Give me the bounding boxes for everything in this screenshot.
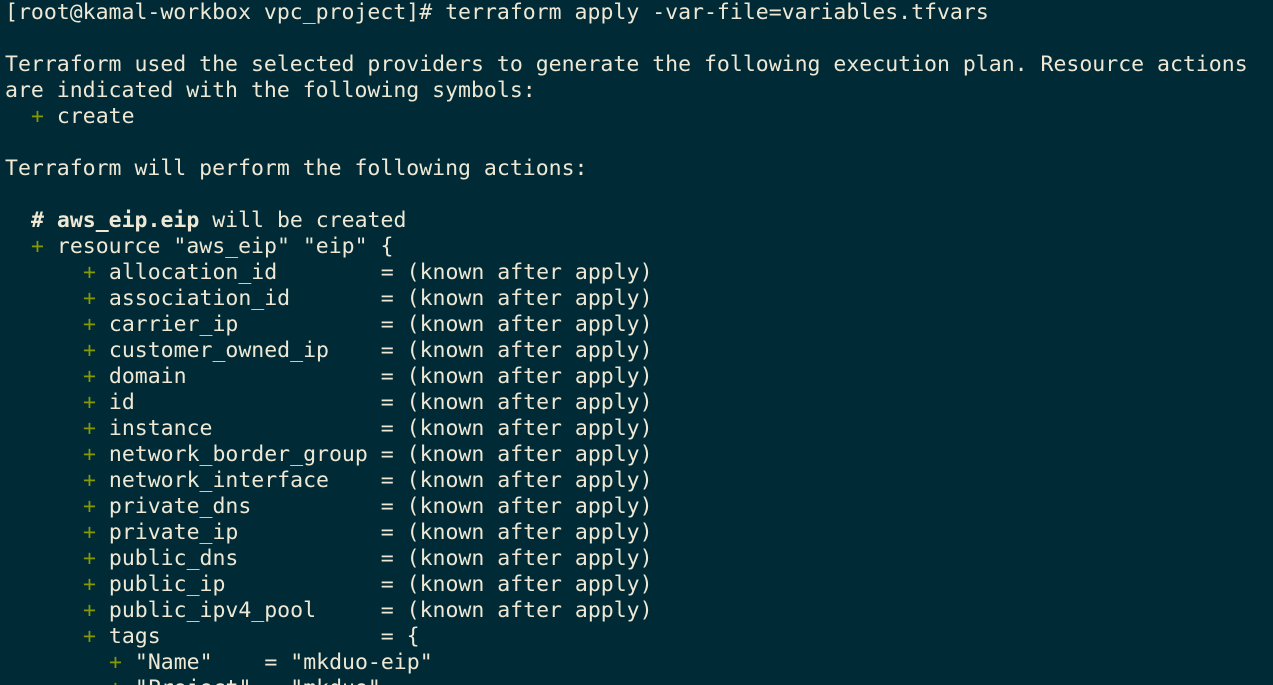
terminal-window[interactable]: [root@kamal-workbox vpc_project]# terraf… xyxy=(0,0,1273,685)
comment-hash: # xyxy=(31,208,57,233)
plus-symbol: + xyxy=(83,494,96,519)
attribute-name: public_ipv4_pool xyxy=(108,598,381,623)
attribute-line: + association_id = (known after apply) xyxy=(5,286,1273,312)
attribute-name: domain xyxy=(108,364,381,389)
plus-symbol: + xyxy=(83,624,96,649)
attribute-list: + allocation_id = (known after apply) + a… xyxy=(5,260,1273,650)
attribute-line: + domain = (known after apply) xyxy=(5,364,1273,390)
resource-declaration: + resource "aws_eip" "eip" { xyxy=(5,234,1273,260)
tag-key: "Project" xyxy=(135,676,264,685)
plus-symbol: + xyxy=(31,234,44,259)
attribute-line: + network_interface = (known after apply… xyxy=(5,468,1273,494)
actions-line: Terraform will perform the following act… xyxy=(5,156,588,181)
attribute-name: private_ip xyxy=(108,520,381,545)
attribute-name: allocation_id xyxy=(108,260,381,285)
plus-symbol: + xyxy=(83,338,96,363)
attribute-value: = (known after apply) xyxy=(380,390,653,415)
plus-symbol: + xyxy=(83,468,96,493)
plus-symbol: + xyxy=(109,650,122,675)
attribute-name: public_dns xyxy=(108,546,381,571)
resource-decl-text: resource "aws_eip" "eip" { xyxy=(43,234,394,259)
attribute-line: + public_ip = (known after apply) xyxy=(5,572,1273,598)
command-text: terraform apply -var-file=variables.tfva… xyxy=(445,0,989,25)
attribute-line: + private_ip = (known after apply) xyxy=(5,520,1273,546)
attribute-name: network_interface xyxy=(108,468,381,493)
attribute-name: id xyxy=(108,390,381,415)
intro-line-1: Terraform used the selected providers to… xyxy=(5,52,1248,77)
attribute-value: = (known after apply) xyxy=(380,598,653,623)
attribute-line: + network_border_group = (known after ap… xyxy=(5,442,1273,468)
attribute-value: = (known after apply) xyxy=(380,572,653,597)
attribute-line: + public_dns = (known after apply) xyxy=(5,546,1273,572)
shell-prompt: [root@kamal-workbox vpc_project]# xyxy=(5,0,446,25)
attribute-line: + id = (known after apply) xyxy=(5,390,1273,416)
symbol-legend: + create xyxy=(5,104,1273,130)
plus-symbol: + xyxy=(83,442,96,467)
attribute-value: = (known after apply) xyxy=(380,260,653,285)
attribute-line: + customer_owned_ip = (known after apply… xyxy=(5,338,1273,364)
attribute-value: = (known after apply) xyxy=(380,338,653,363)
attribute-value: = (known after apply) xyxy=(380,416,653,441)
tag-line: + "Project" = "mkduo" xyxy=(5,676,1273,685)
plus-symbol: + xyxy=(83,312,96,337)
attribute-name: private_dns xyxy=(108,494,381,519)
attribute-name: tags xyxy=(108,624,381,649)
resource-comment: # aws_eip.eip will be created xyxy=(5,208,1273,234)
attribute-value: = (known after apply) xyxy=(380,520,653,545)
attribute-value: = (known after apply) xyxy=(380,468,653,493)
attribute-value: = (known after apply) xyxy=(380,442,653,467)
attribute-name: public_ip xyxy=(108,572,381,597)
plus-symbol: + xyxy=(83,546,96,571)
tag-list: + "Name" = "mkduo-eip"+ "Project" = "mkd… xyxy=(5,650,1273,685)
tag-value: = "mkduo-eip" xyxy=(264,650,433,675)
plus-symbol: + xyxy=(109,676,122,685)
plus-symbol: + xyxy=(83,286,96,311)
attribute-line: + carrier_ip = (known after apply) xyxy=(5,312,1273,338)
attribute-name: network_border_group xyxy=(108,442,381,467)
attribute-line: + private_dns = (known after apply) xyxy=(5,494,1273,520)
attribute-name: instance xyxy=(108,416,381,441)
attribute-line: + allocation_id = (known after apply) xyxy=(5,260,1273,286)
plus-symbol: + xyxy=(83,260,96,285)
intro-line-2: are indicated with the following symbols… xyxy=(5,78,536,103)
attribute-line: + tags = { xyxy=(5,624,1273,650)
attribute-value: = (known after apply) xyxy=(380,364,653,389)
attribute-value: = (known after apply) xyxy=(380,312,653,337)
attribute-line: + instance = (known after apply) xyxy=(5,416,1273,442)
tag-line: + "Name" = "mkduo-eip" xyxy=(5,650,1273,676)
will-be-created: will be created xyxy=(199,208,407,233)
tag-key: "Name" xyxy=(134,650,265,675)
attribute-name: association_id xyxy=(108,286,381,311)
plus-symbol: + xyxy=(83,364,96,389)
attribute-name: carrier_ip xyxy=(108,312,381,337)
resource-name: aws_eip.eip xyxy=(56,208,200,233)
plus-symbol: + xyxy=(83,416,96,441)
plus-symbol: + xyxy=(83,572,96,597)
attribute-line: + public_ipv4_pool = (known after apply) xyxy=(5,598,1273,624)
attribute-value: = (known after apply) xyxy=(380,286,653,311)
attribute-value: = { xyxy=(380,624,420,649)
plus-symbol: + xyxy=(31,104,44,129)
attribute-name: customer_owned_ip xyxy=(108,338,381,363)
plus-symbol: + xyxy=(83,598,96,623)
plus-symbol: + xyxy=(83,520,96,545)
attribute-value: = (known after apply) xyxy=(380,546,653,571)
command-line: [root@kamal-workbox vpc_project]# terraf… xyxy=(5,0,1273,26)
tag-value: = "mkduo" xyxy=(264,676,381,685)
attribute-value: = (known after apply) xyxy=(380,494,653,519)
plus-symbol: + xyxy=(83,390,96,415)
create-label: create xyxy=(43,104,135,129)
